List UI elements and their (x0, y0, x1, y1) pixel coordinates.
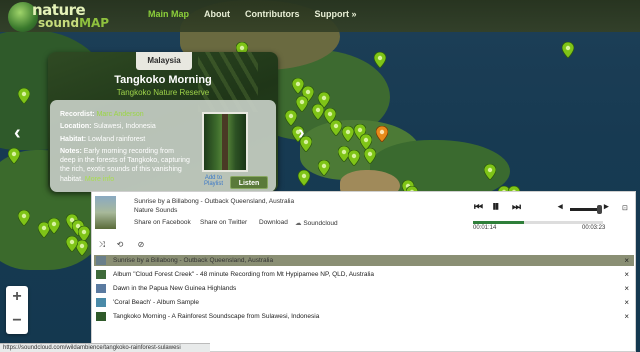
audio-player: Sunrise by a Billabong - Outback Queensl… (91, 191, 636, 352)
zoom-in-button[interactable]: + (6, 286, 28, 310)
selected-map-pin-icon[interactable] (376, 126, 388, 142)
playlist-item-title: Sunrise by a Billabong - Outback Queensl… (113, 257, 274, 264)
playlist-item[interactable]: Sunrise by a Billabong - Outback Queensl… (94, 255, 634, 266)
map-pin-icon[interactable] (374, 52, 386, 68)
map-pin-icon[interactable] (562, 42, 574, 58)
site-logo[interactable]: nature soundMAP (8, 1, 128, 32)
photo-tree-trunk (222, 114, 228, 170)
notes-label: Notes: (60, 147, 82, 155)
nav-main-map[interactable]: Main Map (148, 9, 189, 19)
map-pin-icon[interactable] (296, 96, 308, 112)
map-pin-icon[interactable] (66, 236, 78, 252)
map-zoom-control: + − (6, 286, 28, 334)
recordist-link[interactable]: Marc Anderson (97, 111, 144, 118)
repeat-icon[interactable]: ⟲ (115, 240, 125, 250)
volume-knob[interactable] (597, 205, 602, 214)
map-pin-icon[interactable] (8, 148, 20, 164)
playlist-item-title: Tangkoko Morning - A Rainforest Soundsca… (113, 313, 320, 320)
nav-contributors[interactable]: Contributors (245, 9, 300, 19)
volume-max-icon[interactable]: ▸ (604, 201, 609, 212)
map-pin-icon[interactable] (18, 210, 30, 226)
playlist-thumbnail (96, 312, 106, 321)
recording-title: Tangkoko Morning (114, 74, 212, 86)
map-pin-icon[interactable] (318, 160, 330, 176)
previous-track-icon[interactable]: ⏮ (474, 202, 483, 213)
habitat-label: Habitat: (60, 135, 87, 143)
share-facebook-link[interactable]: Share on Facebook (134, 219, 191, 226)
nav-support[interactable]: Support » (315, 9, 357, 19)
map-pin-icon[interactable] (364, 148, 376, 164)
now-playing-artist: Nature Sounds (134, 207, 178, 214)
shuffle-icon[interactable]: ⤨ (97, 240, 107, 250)
soundcloud-label: Soundcloud (303, 220, 338, 227)
zoom-out-button[interactable]: − (6, 310, 28, 334)
playlist-thumbnail (96, 284, 106, 293)
volume-mute-icon[interactable]: ◂ (558, 201, 563, 212)
playlist-thumbnail (96, 256, 106, 265)
browser-status-url: https://soundcloud.com/wildambience/tang… (0, 343, 210, 352)
map-pin-icon[interactable] (18, 88, 30, 104)
map-pin-icon[interactable] (330, 120, 342, 136)
recordist-label: Recordist: (60, 111, 95, 118)
playlist-item[interactable]: 'Coral Beach' - Album Sample × (94, 297, 634, 308)
recording-photo (202, 112, 248, 172)
seek-bar[interactable] (473, 221, 603, 224)
top-navigation-bar: nature soundMAP Main Map About Contribut… (0, 0, 640, 32)
habitat-value: Lowland rainforest (88, 135, 146, 143)
remove-item-icon[interactable]: × (624, 283, 629, 294)
playlist-item-title: 'Coral Beach' - Album Sample (113, 299, 199, 306)
previous-arrow-icon[interactable]: ‹ (14, 122, 21, 145)
logo-text-top: nature (32, 1, 86, 19)
location-value: Sulawesi, Indonesia (93, 123, 156, 131)
pause-icon[interactable]: ⏸ (492, 198, 500, 215)
recording-subtitle: Tangkoko Nature Reserve (116, 88, 210, 97)
map-pin-icon[interactable] (312, 104, 324, 120)
map-pin-icon[interactable] (298, 170, 310, 186)
location-label: Location: (60, 123, 92, 131)
time-total: 00:03:23 (582, 225, 606, 231)
remove-item-icon[interactable]: × (624, 297, 629, 308)
soundcloud-icon: ☁ (295, 220, 302, 227)
remove-item-icon[interactable]: × (624, 269, 629, 280)
playlist-item[interactable]: Dawn in the Papua New Guinea Highlands × (94, 283, 634, 294)
next-track-icon[interactable]: ⏭ (512, 202, 521, 213)
logo-text-bottom: soundMAP (38, 16, 110, 30)
expand-icon[interactable]: ⊡ (622, 204, 628, 212)
map-pin-icon[interactable] (342, 126, 354, 142)
playlist-text: Playlist (204, 181, 224, 187)
time-elapsed: 00:01:14 (473, 225, 497, 231)
country-tab: Malaysia (136, 52, 192, 70)
next-arrow-icon[interactable]: › (298, 122, 305, 145)
download-link[interactable]: Download (259, 219, 288, 226)
playlist-item[interactable]: Album "Cloud Forest Creek" - 48 minute R… (94, 269, 634, 280)
playlist-thumbnail (96, 298, 106, 307)
map-pin-icon[interactable] (285, 110, 297, 126)
seek-bar-fill (473, 221, 524, 224)
recording-details: Recordist: Marc Anderson Location: Sulaw… (60, 110, 190, 187)
soundcloud-link[interactable]: ☁ Soundcloud (295, 219, 338, 227)
listen-button[interactable]: Listen (230, 176, 268, 189)
nav-about[interactable]: About (204, 9, 230, 19)
playlist-item-title: Dawn in the Papua New Guinea Highlands (113, 285, 237, 292)
playlist-item-title: Album "Cloud Forest Creek" - 48 minute R… (113, 271, 374, 278)
map-pin-icon[interactable] (48, 218, 60, 234)
map-pin-icon[interactable] (484, 164, 496, 180)
map-pin-icon[interactable] (348, 150, 360, 166)
now-playing-title: Sunrise by a Billabong - Outback Queensl… (134, 198, 295, 205)
track-thumbnail (95, 196, 116, 229)
remove-item-icon[interactable]: × (624, 311, 629, 322)
add-to-playlist-link[interactable]: Add to Playlist (204, 175, 223, 187)
remove-item-icon[interactable]: × (624, 255, 629, 266)
main-nav: Main Map About Contributors Support » (148, 9, 372, 19)
playlist-item[interactable]: Tangkoko Morning - A Rainforest Soundsca… (94, 311, 634, 322)
more-info-link[interactable]: More info (85, 176, 114, 183)
clear-playlist-icon[interactable]: ⊘ (136, 240, 146, 250)
playlist-thumbnail (96, 270, 106, 279)
share-twitter-link[interactable]: Share on Twitter (200, 219, 247, 226)
